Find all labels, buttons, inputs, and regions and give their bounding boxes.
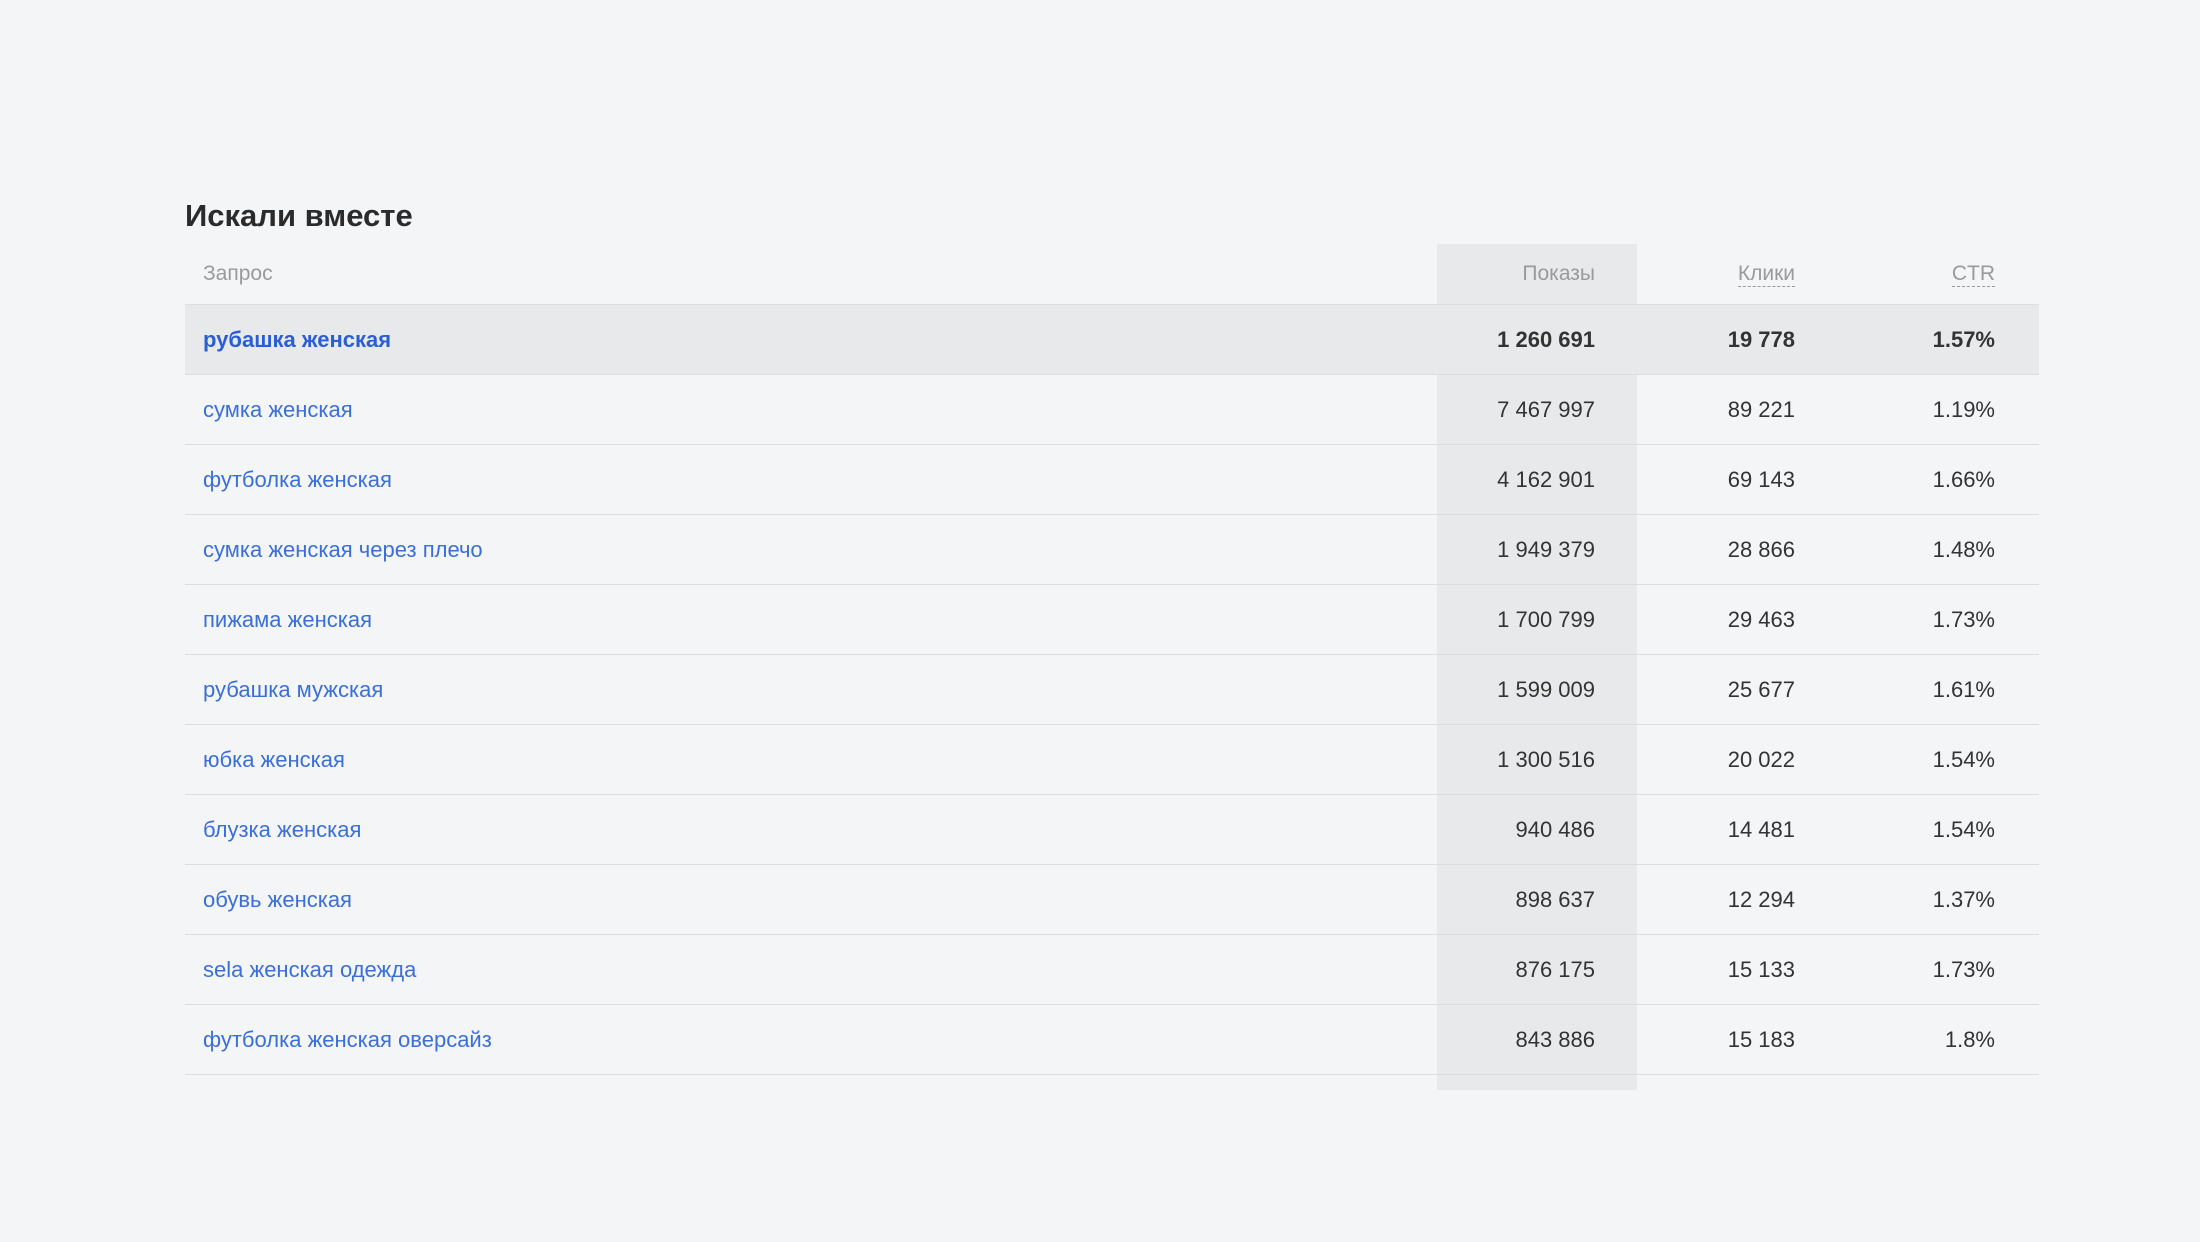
header-query: Запрос <box>203 262 273 285</box>
header-shows[interactable]: Показы <box>1437 262 1637 286</box>
clicks-cell: 15 183 <box>1727 1026 1795 1052</box>
clicks-cell: 28 866 <box>1727 536 1795 562</box>
table-row: рубашка мужская 1 599 009 25 677 1.61% <box>185 655 2039 725</box>
clicks-cell: 69 143 <box>1727 466 1795 492</box>
clicks-cell: 15 133 <box>1727 956 1795 982</box>
query-cell: футболка женская <box>185 467 1437 493</box>
searched-together-section: Искали вместе Запрос Показы Клики CTR ру… <box>185 192 2039 1090</box>
shows-cell: 940 486 <box>1515 816 1595 842</box>
ctr-cell: 1.66% <box>1932 466 1995 492</box>
shows-cell: 1 599 009 <box>1497 676 1595 702</box>
query-link[interactable]: сумка женская через плечо <box>203 537 483 562</box>
table-row: футболка женская оверсайз 843 886 15 183… <box>185 1005 2039 1075</box>
table-row-highlighted: рубашка женская 1 260 691 19 778 1.57% <box>185 305 2039 375</box>
table-row: sela женская одежда 876 175 15 133 1.73% <box>185 935 2039 1005</box>
header-ctr-label[interactable]: CTR <box>1951 262 1995 287</box>
shows-cell: 898 637 <box>1515 886 1595 912</box>
header-clicks[interactable]: Клики <box>1637 262 1837 287</box>
query-link[interactable]: рубашка женская <box>203 327 391 352</box>
ctr-cell: 1.54% <box>1932 816 1995 842</box>
query-link[interactable]: обувь женская <box>203 887 352 912</box>
table-header-row: Запрос Показы Клики CTR <box>185 244 2039 305</box>
related-queries-table: Запрос Показы Клики CTR рубашка женская … <box>185 244 2039 1090</box>
query-cell: рубашка мужская <box>185 677 1437 703</box>
ctr-cell: 1.37% <box>1932 886 1995 912</box>
query-cell: sela женская одежда <box>185 957 1437 983</box>
ctr-cell: 1.48% <box>1932 536 1995 562</box>
query-cell: пижама женская <box>185 607 1437 633</box>
section-title: Искали вместе <box>185 198 413 233</box>
query-cell: футболка женская оверсайз <box>185 1027 1437 1053</box>
shows-cell: 1 949 379 <box>1497 536 1595 562</box>
query-link[interactable]: футболка женская оверсайз <box>203 1027 492 1052</box>
header-ctr[interactable]: CTR <box>1837 262 2039 287</box>
query-cell: юбка женская <box>185 747 1437 773</box>
query-cell: блузка женская <box>185 817 1437 843</box>
ctr-cell: 1.61% <box>1932 676 1995 702</box>
shows-cell: 1 700 799 <box>1497 606 1595 632</box>
header-shows-label[interactable]: Показы <box>1522 262 1595 285</box>
clicks-cell: 14 481 <box>1727 816 1795 842</box>
table-row: футболка женская 4 162 901 69 143 1.66% <box>185 445 2039 515</box>
ctr-cell: 1.54% <box>1932 746 1995 772</box>
ctr-cell: 1.19% <box>1932 396 1995 422</box>
query-link[interactable]: футболка женская <box>203 467 392 492</box>
shows-cell: 7 467 997 <box>1497 396 1595 422</box>
query-cell: рубашка женская <box>185 327 1437 353</box>
clicks-cell: 20 022 <box>1727 746 1795 772</box>
query-link[interactable]: блузка женская <box>203 817 361 842</box>
query-link[interactable]: сумка женская <box>203 397 353 422</box>
query-link[interactable]: пижама женская <box>203 607 372 632</box>
query-link[interactable]: рубашка мужская <box>203 677 383 702</box>
query-cell: сумка женская <box>185 397 1437 423</box>
clicks-cell: 12 294 <box>1727 886 1795 912</box>
shows-cell: 1 260 691 <box>1497 326 1595 352</box>
clicks-cell: 25 677 <box>1727 676 1795 702</box>
ctr-cell: 1.73% <box>1932 606 1995 632</box>
ctr-cell: 1.8% <box>1944 1026 1995 1052</box>
shows-cell: 876 175 <box>1515 956 1595 982</box>
query-cell: сумка женская через плечо <box>185 537 1437 563</box>
ctr-cell: 1.73% <box>1932 956 1995 982</box>
table-row: пижама женская 1 700 799 29 463 1.73% <box>185 585 2039 655</box>
query-link[interactable]: sela женская одежда <box>203 957 416 982</box>
table-row: юбка женская 1 300 516 20 022 1.54% <box>185 725 2039 795</box>
header-clicks-label[interactable]: Клики <box>1737 262 1795 287</box>
query-link[interactable]: юбка женская <box>203 747 345 772</box>
table-row: сумка женская через плечо 1 949 379 28 8… <box>185 515 2039 585</box>
clicks-cell: 19 778 <box>1727 326 1795 352</box>
ctr-cell: 1.57% <box>1932 326 1995 352</box>
table-row: обувь женская 898 637 12 294 1.37% <box>185 865 2039 935</box>
shows-cell: 1 300 516 <box>1497 746 1595 772</box>
shows-cell: 4 162 901 <box>1497 466 1595 492</box>
clicks-cell: 89 221 <box>1727 396 1795 422</box>
table-row: блузка женская 940 486 14 481 1.54% <box>185 795 2039 865</box>
shows-cell: 843 886 <box>1515 1026 1595 1052</box>
clicks-cell: 29 463 <box>1727 606 1795 632</box>
query-cell: обувь женская <box>185 887 1437 913</box>
table-row: сумка женская 7 467 997 89 221 1.19% <box>185 375 2039 445</box>
